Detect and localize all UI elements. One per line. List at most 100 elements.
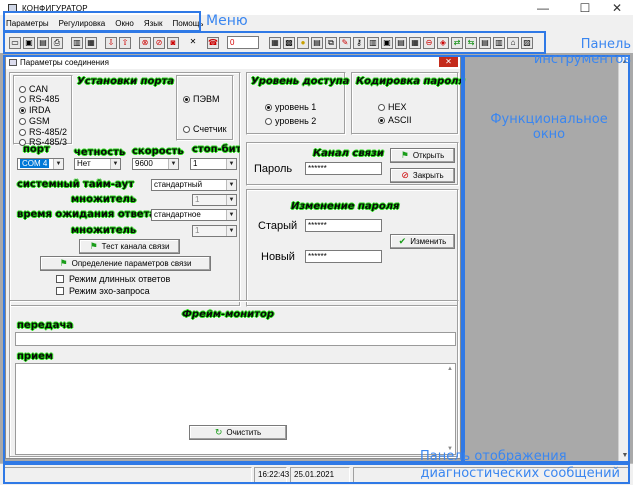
callout-toolbar-2: инструментов [533, 52, 631, 67]
pen-icon[interactable]: ✎ [339, 36, 351, 49]
echo-request-checkbox[interactable]: Режим эхо-запроса [56, 286, 150, 296]
speed-select[interactable]: 9600 ▼ [132, 158, 179, 170]
change-password-title: Изменение пароля [291, 201, 400, 212]
radio-rs485[interactable]: RS-485 [19, 94, 60, 104]
print-setup-icon[interactable]: ▦ [85, 36, 97, 49]
password-field[interactable]: ****** [305, 162, 382, 175]
checkbox-box [56, 287, 64, 295]
dialog-close-button[interactable]: ✕ [439, 57, 458, 67]
phone-icon[interactable]: ☎ [207, 36, 219, 49]
multiplier-label: множитель [71, 194, 137, 205]
download-arrow-icon[interactable]: ⇩ [105, 36, 117, 49]
radio-dot [265, 117, 272, 125]
sensors-icon[interactable]: ▥ [367, 36, 379, 49]
radio-dot [378, 103, 385, 111]
frame-monitor-title: Фрейм-монитор [182, 309, 274, 320]
send-label: передача [17, 320, 74, 331]
new-password-field[interactable]: ****** [305, 250, 382, 263]
old-password-field[interactable]: ****** [305, 219, 382, 232]
parity-select[interactable]: Нет ▼ [74, 158, 121, 170]
radio-hex[interactable]: HEX [378, 102, 407, 112]
long-answers-checkbox[interactable]: Режим длинных ответов [56, 274, 170, 284]
menu-bar: Параметры Регулировка Окно Язык Помощь [0, 15, 633, 32]
settings-panel-icon[interactable]: ▤ [311, 36, 323, 49]
scroll-up-icon[interactable]: ▲ [447, 366, 453, 372]
frame-monitor-group: Фрейм-монитор передача прием ▲ ▼ ↻ Очисти… [9, 300, 459, 458]
alarm-icon[interactable]: ◈ [437, 36, 449, 49]
connect-icon[interactable]: ⊗ [139, 36, 151, 49]
calendar-icon[interactable]: ▦ [409, 36, 421, 49]
receive-area[interactable]: ▲ ▼ [15, 363, 456, 455]
chevron-down-icon: ▼ [226, 180, 236, 190]
password-encoding-title: Кодировка пароля [356, 76, 465, 87]
sys-timeout-select[interactable]: стандартный ▼ [151, 179, 237, 191]
radio-meter[interactable]: Счетчик [183, 124, 227, 134]
multiplier-select[interactable]: 1 ▼ [192, 194, 237, 206]
radio-gsm[interactable]: GSM [19, 116, 50, 126]
key-icon[interactable]: ⚷ [353, 36, 365, 49]
calculator-icon[interactable]: ▦ [269, 36, 281, 49]
app-title-bar: КОНФИГУРАТОР — ☐ ✕ [0, 0, 633, 16]
device-icon[interactable]: ▣ [381, 36, 393, 49]
send-field[interactable] [15, 332, 456, 346]
app-icon [8, 3, 17, 13]
new-password-label: Новый [261, 251, 295, 263]
status-time: 16:22:43 [254, 467, 289, 483]
open-channel-button[interactable]: ⚑ Открыть [390, 148, 455, 163]
status-message-cell [4, 467, 252, 483]
stop-icon[interactable]: ⊖ [423, 36, 435, 49]
menu-window[interactable]: Окно [115, 19, 134, 28]
maximize-button[interactable]: ☐ [569, 0, 601, 16]
access-level-title: Уровень доступа [251, 76, 350, 87]
chart-icon[interactable]: ▤ [395, 36, 407, 49]
wait-time-select[interactable]: стандартное ▼ [151, 209, 237, 221]
test-channel-button[interactable]: ⚑ Тест канала связи [79, 239, 180, 254]
close-button[interactable]: ✕ [601, 0, 633, 16]
disconnect-icon[interactable]: ⊘ [153, 36, 165, 49]
change-password-button[interactable]: ✔ Изменить [390, 234, 455, 249]
port-select[interactable]: COM 4 ▼ [17, 158, 64, 170]
radio-pc[interactable]: ПЭВМ [183, 94, 219, 104]
scroll-down-icon[interactable]: ▼ [619, 450, 631, 462]
toolbar-counter-field[interactable]: 0 [227, 36, 259, 49]
transfer2-icon[interactable]: ⇆ [465, 36, 477, 49]
bulb-icon[interactable]: ● [297, 36, 309, 49]
radio-level-2[interactable]: уровень 2 [265, 116, 316, 126]
refresh-icon: ↻ [214, 427, 223, 437]
target-radio-group: ПЭВМ Счетчик [176, 75, 234, 141]
radio-rs485-2[interactable]: RS-485/2 [19, 127, 67, 137]
table2-icon[interactable]: ▥ [493, 36, 505, 49]
radio-ascii[interactable]: ASCII [378, 115, 412, 125]
open-file-icon[interactable]: ▭ [9, 36, 21, 49]
clear-button[interactable]: ↻ Очистить [189, 425, 287, 440]
radio-level-1[interactable]: уровень 1 [265, 102, 316, 112]
table-icon[interactable]: ▤ [479, 36, 491, 49]
menu-help[interactable]: Помощь [173, 19, 204, 28]
module-add-icon[interactable]: ▥ [71, 36, 83, 49]
speed-label: скорость [132, 146, 184, 157]
transfer-icon[interactable]: ⇄ [451, 36, 463, 49]
radio-can[interactable]: CAN [19, 84, 48, 94]
dialog-title: Параметры соединения [20, 58, 109, 67]
print-icon[interactable]: ⎙ [51, 36, 63, 49]
radio-irda[interactable]: IRDA [19, 105, 51, 115]
close-channel-button[interactable]: ⊘ Закрыть [390, 168, 455, 183]
menu-parameters[interactable]: Параметры [6, 19, 49, 28]
cancel-icon[interactable]: ✕ [187, 37, 199, 49]
minimize-button[interactable]: — [527, 0, 559, 16]
save-all-icon[interactable]: ▤ [37, 36, 49, 49]
menu-regulation[interactable]: Регулировка [59, 19, 106, 28]
menu-language[interactable]: Язык [144, 19, 163, 28]
save-icon[interactable]: ▣ [23, 36, 35, 49]
callout-functional-1: Функциональное [490, 112, 608, 127]
callout-diag-2: диагностических сообщений [420, 466, 620, 481]
copy-icon[interactable]: ⧉ [325, 36, 337, 49]
read-params-icon[interactable]: ◙ [167, 36, 179, 49]
upload-arrow-icon[interactable]: ⇧ [119, 36, 131, 49]
access-level-group: Уровень доступа уровень 1 уровень 2 [246, 72, 350, 135]
channel-title: Канал связи [313, 148, 384, 159]
detect-params-button[interactable]: ⚑ Определение параметров связи [40, 256, 211, 271]
multiplier2-select[interactable]: 1 ▼ [192, 225, 237, 237]
grid-icon[interactable]: ▩ [283, 36, 295, 49]
stop-bits-select[interactable]: 1 ▼ [190, 158, 237, 170]
